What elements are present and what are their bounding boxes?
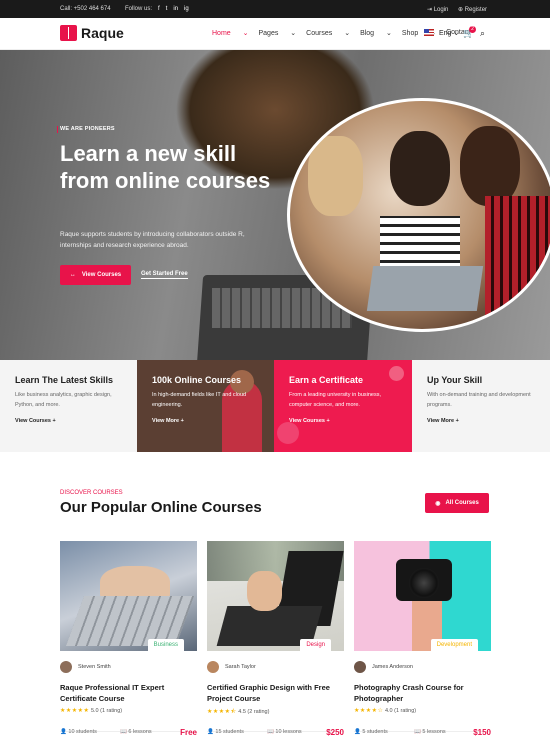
feature-description: In high-demand fields like IT and cloud … [152, 392, 247, 408]
star-rating-icon: ★★★★☆ [354, 708, 384, 714]
menu-item-home[interactable]: Home ⌄ [212, 29, 249, 37]
twitter-icon[interactable]: t [166, 6, 168, 12]
login-icon: ⇥ [427, 7, 434, 13]
course-meta: 👤 15 students 📖 10 lessons $250 [207, 728, 344, 737]
author-avatar [60, 661, 72, 673]
menu-item-courses[interactable]: Courses ⌄ [306, 29, 350, 37]
logo-text[interactable]: Raque [81, 25, 124, 41]
language-selector[interactable]: Eng ⌄ [439, 29, 459, 37]
course-title[interactable]: Raque Professional IT Expert Certificate… [60, 682, 195, 704]
lessons-count: 📖 6 lessons [120, 729, 152, 735]
features-strip: Learn The Latest Skills Like business an… [0, 360, 550, 452]
phone-number[interactable]: Call: +502 464 674 [60, 6, 111, 12]
hero-title: Learn a new skill from online courses [60, 141, 271, 193]
hero-description: Raque supports students by introducing c… [60, 231, 245, 249]
course-meta: 👤 5 students 📖 5 lessons $150 [354, 728, 491, 737]
author-name[interactable]: James Anderson [372, 664, 413, 670]
menu-item-pages[interactable]: Pages ⌄ [259, 29, 297, 37]
feature-link[interactable]: View Courses + [289, 418, 412, 424]
course-card[interactable]: Development James Anderson Photography C… [354, 541, 491, 747]
course-category-tag[interactable]: Design [300, 639, 331, 651]
author-name[interactable]: Steven Smith [78, 664, 111, 670]
main-navbar: Raque Home ⌄ Pages ⌄ Courses ⌄ Blog ⌄ Sh… [0, 18, 550, 50]
feature-link[interactable]: View More + [427, 418, 550, 424]
flag-us-icon[interactable] [424, 29, 434, 36]
rating-text: 4.5 (2 rating) [238, 709, 270, 715]
course-price: $150 [473, 728, 491, 737]
view-courses-label: View Courses [81, 272, 122, 278]
eye-icon: ◉ [435, 500, 441, 507]
feature-title: Earn a Certificate [289, 375, 364, 385]
search-icon[interactable]: ⌕ [480, 28, 485, 39]
register-label: Register [464, 7, 488, 13]
course-card[interactable]: Business Steven Smith Raque Professional… [60, 541, 197, 747]
course-title[interactable]: Photography Crash Course for Photographe… [354, 682, 489, 704]
register-icon: ⊕ [458, 7, 465, 13]
students-count: 👤 5 students [354, 729, 388, 735]
course-price: $250 [326, 728, 344, 737]
feature-description: With on-demand training and development … [427, 392, 531, 408]
section-title: Our Popular Online Courses [60, 499, 262, 516]
logo-book-icon[interactable] [60, 25, 77, 41]
lessons-count: 📖 10 lessons [267, 729, 302, 735]
follow-label: Follow us: [125, 6, 153, 12]
students-count: 👤 15 students [207, 729, 244, 735]
view-courses-button[interactable]: ↔ View Courses [60, 265, 131, 285]
course-rating: ★★★★★ 5.0 (1 rating) [60, 707, 122, 714]
course-image[interactable] [60, 541, 197, 651]
top-bar: Call: +502 464 674 Follow us: f t in ig … [0, 0, 550, 18]
rating-text: 5.0 (1 rating) [90, 708, 123, 714]
register-link[interactable]: ⊕ Register [458, 6, 487, 13]
course-card[interactable]: Design Sarah Taylor Certified Graphic De… [207, 541, 344, 747]
section-eyebrow: DISCOVER COURSES [60, 490, 123, 496]
feature-box-up-your-skill: Up Your Skill With on-demand training an… [412, 360, 550, 452]
course-rating: ★★★★⯪ 4.5 (2 rating) [207, 707, 269, 717]
social-links: Follow us: f t in ig [125, 6, 189, 12]
hero-eyebrow: WE ARE PIONEERS [57, 126, 115, 133]
arrows-icon: ↔ [69, 272, 76, 278]
feature-link[interactable]: View More + [152, 418, 274, 424]
hero-students-image [287, 98, 550, 332]
course-price: Free [180, 728, 197, 737]
linkedin-icon[interactable]: in [173, 6, 178, 12]
feature-title: Up Your Skill [427, 375, 483, 385]
feature-title: Learn The Latest Skills [15, 375, 114, 385]
course-rating: ★★★★☆ 4.0 (1 rating) [354, 707, 416, 714]
facebook-icon[interactable]: f [158, 6, 160, 12]
course-category-tag[interactable]: Business [147, 639, 184, 651]
get-started-free-link[interactable]: Get Started Free [141, 271, 188, 279]
star-rating-icon: ★★★★⯪ [207, 709, 237, 715]
cart-count-badge: 2 [469, 26, 476, 33]
course-image[interactable] [354, 541, 491, 651]
author-avatar [354, 661, 366, 673]
feature-box-certificate: Earn a Certificate From a leading univer… [274, 360, 412, 452]
course-image[interactable] [207, 541, 344, 651]
lessons-count: 📖 5 lessons [414, 729, 446, 735]
feature-description: Like business analytics, graphic design,… [15, 392, 112, 408]
course-category-tag[interactable]: Development [430, 639, 478, 651]
login-label: Login [433, 7, 449, 13]
author-avatar [207, 661, 219, 673]
rating-text: 4.0 (1 rating) [384, 708, 417, 714]
login-link[interactable]: ⇥ Login [427, 6, 448, 13]
feature-title: 100k Online Courses [152, 375, 242, 385]
course-title[interactable]: Certified Graphic Design with Free Proje… [207, 682, 342, 704]
menu-item-blog[interactable]: Blog ⌄ [360, 29, 392, 37]
students-count: 👤 10 students [60, 729, 97, 735]
all-courses-label: All Courses [445, 500, 479, 506]
author-name[interactable]: Sarah Taylor [225, 664, 256, 670]
feature-description: From a leading university in business, c… [289, 392, 382, 408]
feature-box-latest-skills: Learn The Latest Skills Like business an… [0, 360, 137, 452]
instagram-icon[interactable]: ig [184, 6, 189, 12]
course-meta: 👤 10 students 📖 6 lessons Free [60, 728, 197, 737]
star-rating-icon: ★★★★★ [60, 708, 90, 714]
feature-link[interactable]: View Courses + [15, 418, 137, 424]
all-courses-button[interactable]: ◉ All Courses [425, 493, 489, 513]
feature-box-online-courses: 100k Online Courses In high-demand field… [137, 360, 274, 452]
